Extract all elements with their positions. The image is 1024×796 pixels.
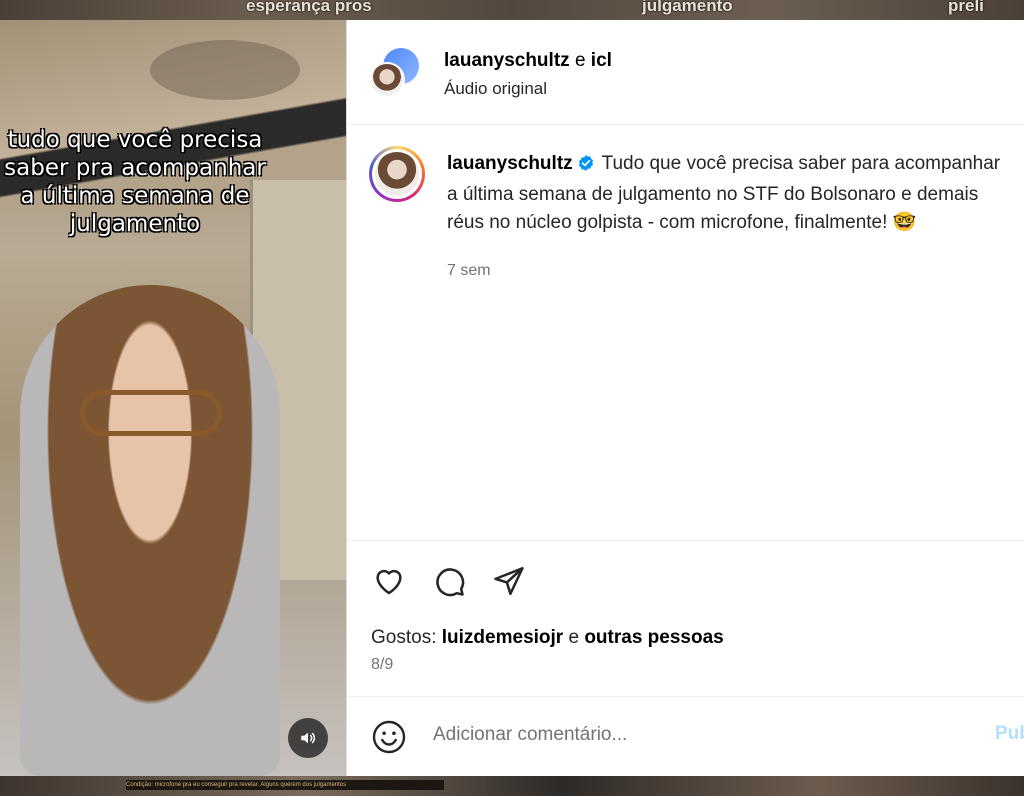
- caption-text: lauanyschultz Tudo que você precisa sabe…: [447, 150, 1024, 237]
- comment-button[interactable]: [431, 563, 467, 599]
- username-link[interactable]: lauanyschultz: [444, 50, 570, 71]
- liker-username[interactable]: luizdemesiojr: [442, 627, 563, 648]
- author-username[interactable]: lauanyschultz: [447, 153, 573, 174]
- post-header: lauanyschultz e icl Áudio original: [347, 20, 1024, 125]
- send-icon: [494, 566, 524, 596]
- background-overlay-text: preli: [948, 0, 984, 15]
- video-scene-person: [20, 285, 280, 776]
- caption-line: Tudo que você precisa saber para acompan…: [601, 153, 1001, 174]
- video-caption: tudo que você precisa saber pra acompanh…: [4, 127, 266, 237]
- avatar-lauanyschultz[interactable]: [369, 62, 405, 98]
- comment-composer: Publicar: [347, 696, 1024, 776]
- collab-usernames: lauanyschultz e icl: [444, 50, 612, 72]
- likes-prefix: Gostos:: [371, 627, 437, 648]
- post-details-panel: lauanyschultz e icl Áudio original lauan…: [346, 20, 1024, 776]
- like-button[interactable]: [371, 563, 407, 599]
- comment-bubble-icon: [436, 568, 465, 597]
- smiley-icon: [372, 720, 406, 754]
- video-scene-glasses: [80, 390, 222, 436]
- audio-link[interactable]: Áudio original: [444, 79, 547, 99]
- background-bottom-caption: Condição: microfone pra eu conseguir pra…: [126, 780, 444, 790]
- sound-toggle-button[interactable]: [288, 718, 328, 758]
- likes-conjunction: e: [568, 627, 580, 648]
- collab-avatars[interactable]: [369, 48, 421, 100]
- reel-video[interactable]: tudo que você precisa saber pra acompanh…: [0, 20, 346, 776]
- post-modal: tudo que você precisa saber pra acompanh…: [0, 20, 1024, 776]
- background-overlay-text: julgamento: [642, 0, 733, 15]
- verified-badge-icon: [577, 153, 595, 181]
- post-timestamp[interactable]: 7 sem: [447, 262, 491, 280]
- post-comment-button[interactable]: Publicar: [995, 723, 1024, 745]
- emoji-picker-button[interactable]: [371, 719, 407, 755]
- conjunction-text: e: [574, 50, 586, 71]
- background-bottom-strip: Condição: microfone pra eu conseguir pra…: [0, 776, 1024, 796]
- caption-line: a última semana de julgamento no STF do …: [447, 184, 979, 205]
- likes-summary: Gostos: luizdemesiojr e outras pessoas: [371, 627, 724, 649]
- author-avatar-story-ring[interactable]: [369, 146, 425, 202]
- post-actions: Gostos: luizdemesiojr e outras pessoas 8…: [347, 540, 1024, 700]
- background-overlay-text: esperança pros: [246, 0, 372, 15]
- heart-icon: [376, 569, 402, 595]
- video-scene-fan: [150, 40, 300, 100]
- likes-others-link[interactable]: outras pessoas: [584, 627, 723, 648]
- caption-line: réus no núcleo golpista - com microfone,…: [447, 212, 917, 233]
- background-top-strip: esperança pros julgamento preli: [0, 0, 1024, 20]
- carousel-counter: 8/9: [371, 656, 394, 673]
- username-link[interactable]: icl: [591, 50, 612, 71]
- speaker-on-icon: [301, 732, 316, 744]
- share-button[interactable]: [491, 563, 527, 599]
- comment-input[interactable]: [431, 723, 995, 747]
- avatar: [375, 152, 419, 196]
